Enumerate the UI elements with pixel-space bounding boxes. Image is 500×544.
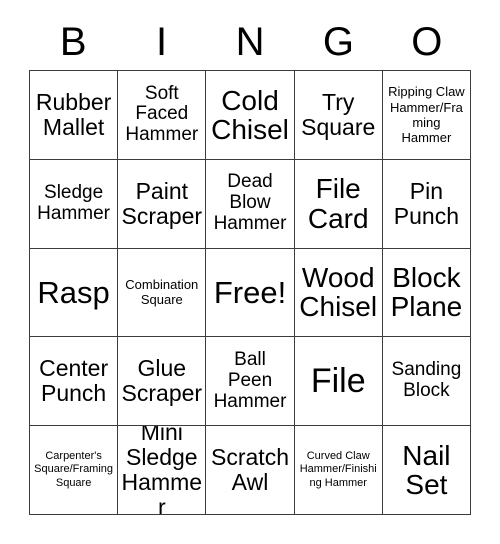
- bingo-cell-label: Sanding Block: [391, 359, 462, 402]
- bingo-cell-label: Soft Faced Hammer: [125, 82, 199, 146]
- bingo-cell[interactable]: Nail Set: [382, 426, 472, 515]
- bingo-row: Sledge Hammer Paint Scraper Dead Blow Hamm…: [30, 159, 472, 249]
- bingo-cell[interactable]: Soft Faced Hammer: [118, 71, 207, 160]
- bingo-cell[interactable]: Sanding Block: [382, 337, 472, 427]
- bingo-cell-label: Try Square: [301, 89, 376, 140]
- bingo-header-letter-3: N: [235, 20, 265, 64]
- bingo-cell-label: Ball Peen Hammer: [213, 348, 287, 412]
- bingo-cell[interactable]: Rubber Mallet: [30, 71, 119, 160]
- bingo-cell-label: Center Punch: [39, 355, 109, 407]
- bingo-cell-label: Mini Sledge Hammer: [121, 426, 203, 515]
- bingo-cell-label: Paint Scraper: [121, 177, 203, 229]
- bingo-header-letter-5: O: [411, 20, 443, 64]
- bingo-row: Rubber Mallet Soft Faced Hammer Cold Chise…: [30, 71, 472, 160]
- bingo-cell-label: Combination Square: [125, 277, 199, 308]
- bingo-cell[interactable]: Sledge Hammer: [30, 159, 119, 249]
- bingo-row: Carpenter's Square/Framing Square Mini Sl…: [30, 426, 472, 515]
- bingo-header-letter-2: I: [156, 20, 168, 64]
- bingo-cell-label: Scratch Awl: [211, 444, 289, 496]
- bingo-cell[interactable]: Block Plane: [382, 248, 472, 338]
- bingo-cell[interactable]: Combination Square: [118, 248, 207, 338]
- bingo-row: Rasp Combination Square Free! Wood Chisel Bl…: [30, 248, 472, 338]
- bingo-cell-label: Carpenter's Square/Framing Square: [34, 449, 114, 489]
- bingo-cell[interactable]: File Card: [294, 159, 383, 249]
- bingo-card: B I N G O Rubber Mallet Soft Faced Hammer Cold…: [0, 0, 500, 544]
- bingo-cell[interactable]: Glue Scraper: [118, 337, 207, 427]
- bingo-free-space-cell[interactable]: Free!: [206, 248, 295, 338]
- bingo-cell-label: Wood Chisel: [299, 262, 378, 323]
- bingo-cell-label: File: [310, 362, 366, 401]
- bingo-cell[interactable]: Try Square: [294, 71, 383, 160]
- bingo-cell-label: File Card: [307, 173, 369, 234]
- bingo-cell[interactable]: Scratch Awl: [206, 426, 295, 515]
- bingo-cell-label: Rasp: [37, 274, 110, 310]
- bingo-cell[interactable]: Wood Chisel: [294, 248, 383, 338]
- bingo-cell[interactable]: Ripping Claw Hammer/Framing Hammer: [382, 71, 472, 160]
- bingo-cell-label: Block Plane: [390, 262, 463, 323]
- bingo-cell[interactable]: Mini Sledge Hammer: [118, 426, 207, 515]
- bingo-cell-label: Curved Claw Hammer/Finishing Hammer: [299, 449, 377, 489]
- bingo-row: Center Punch Glue Scraper Ball Peen Hammer…: [30, 337, 472, 427]
- bingo-cell[interactable]: Pin Punch: [382, 159, 472, 249]
- bingo-cell[interactable]: Center Punch: [30, 337, 119, 427]
- bingo-cell-label: Free!: [213, 274, 287, 310]
- bingo-cell[interactable]: Curved Claw Hammer/Finishing Hammer: [294, 426, 383, 515]
- bingo-cell[interactable]: Ball Peen Hammer: [206, 337, 295, 427]
- bingo-cell[interactable]: Carpenter's Square/Framing Square: [30, 426, 119, 515]
- bingo-cell-label: Ripping Claw Hammer/Framing Hammer: [388, 84, 465, 146]
- bingo-header-letter-4: G: [322, 20, 354, 64]
- bingo-cell[interactable]: Cold Chisel: [206, 71, 295, 160]
- bingo-header-row: BINGO: [29, 14, 471, 70]
- bingo-cell-label: Dead Blow Hammer: [213, 171, 287, 235]
- bingo-cell[interactable]: Rasp: [30, 248, 119, 338]
- bingo-header-letter-1: B: [59, 20, 87, 64]
- bingo-cell-label: Glue Scraper: [121, 355, 203, 407]
- bingo-cell[interactable]: Paint Scraper: [118, 159, 207, 249]
- bingo-cell-label: Pin Punch: [393, 177, 460, 229]
- bingo-cell[interactable]: Dead Blow Hammer: [206, 159, 295, 249]
- bingo-cell-label: Sledge Hammer: [37, 181, 111, 224]
- bingo-cell-label: Cold Chisel: [211, 84, 289, 145]
- bingo-cell-label: Nail Set: [402, 439, 451, 501]
- bingo-grid: Rubber Mallet Soft Faced Hammer Cold Chise…: [29, 70, 472, 515]
- bingo-cell[interactable]: File: [294, 337, 383, 427]
- bingo-cell-label: Rubber Mallet: [35, 89, 112, 140]
